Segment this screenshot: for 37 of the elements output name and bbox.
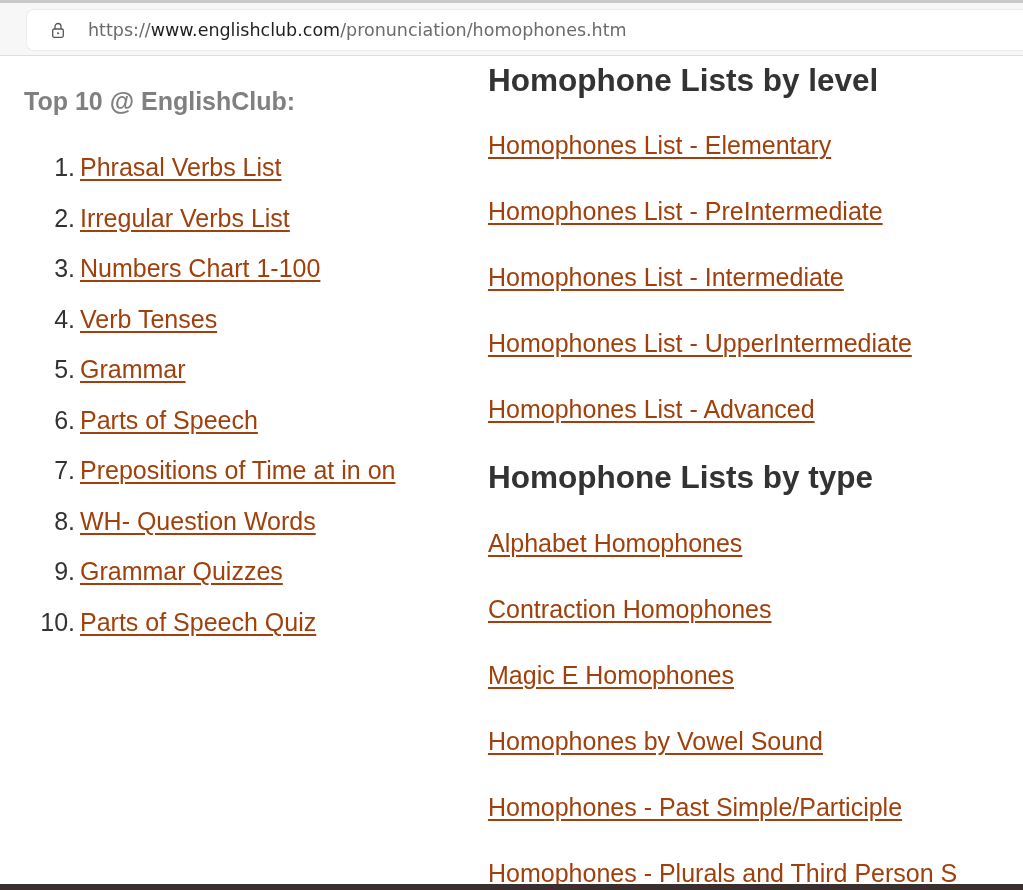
url-text: https://www.englishclub.com/pronunciation/homophones.htm xyxy=(88,20,627,40)
list-number: 9. xyxy=(53,557,75,586)
link[interactable]: Phrasal Verbs List xyxy=(80,153,282,182)
link[interactable]: Prepositions of Time at in on xyxy=(80,456,396,485)
list-number: 4. xyxy=(53,304,75,333)
link[interactable]: Homophones List - PreIntermediate xyxy=(488,198,883,224)
link[interactable]: Parts of Speech Quiz xyxy=(80,607,317,636)
list-number: 10. xyxy=(39,607,75,636)
list-number: 3. xyxy=(53,254,75,283)
list-number: 2. xyxy=(53,203,75,232)
link[interactable]: Homophones by Vowel Sound xyxy=(488,728,823,754)
list-number: 1. xyxy=(53,153,75,182)
sidebar-heading: Top 10 @ EnglishClub: xyxy=(24,88,297,114)
list-number: 7. xyxy=(53,456,75,485)
link[interactable]: Homophones List - Intermediate xyxy=(488,264,844,290)
link[interactable]: Homophones List - UpperIntermediate xyxy=(488,330,912,356)
list-number: 8. xyxy=(53,506,75,535)
list-number: 5. xyxy=(53,355,75,384)
lock-icon xyxy=(52,22,64,38)
link[interactable]: Parts of Speech xyxy=(80,405,258,434)
address-bar[interactable]: https://www.englishclub.com/pronunciation/homophones.htm xyxy=(26,9,1023,51)
link[interactable]: Contraction Homophones xyxy=(488,596,772,622)
link[interactable]: Verb Tenses xyxy=(80,304,218,333)
link[interactable]: Magic E Homophones xyxy=(488,662,734,688)
link[interactable]: Grammar Quizzes xyxy=(80,557,283,586)
link[interactable]: Numbers Chart 1-100 xyxy=(80,254,321,283)
section-heading: Homophone Lists by level xyxy=(488,61,880,99)
link[interactable]: Alphabet Homophones xyxy=(488,530,743,556)
link[interactable]: Homophones List - Elementary xyxy=(488,132,832,158)
link[interactable]: WH- Question Words xyxy=(80,506,316,535)
link[interactable]: Homophones - Past Simple/Participle xyxy=(488,794,903,820)
link[interactable]: Grammar xyxy=(80,355,186,384)
link[interactable]: Homophones List - Advanced xyxy=(488,396,815,422)
link[interactable]: Homophones - Plurals and Third Person S xyxy=(488,860,958,886)
section-heading: Homophone Lists by type xyxy=(488,458,875,496)
link[interactable]: Irregular Verbs List xyxy=(80,203,290,232)
list-number: 6. xyxy=(53,405,75,434)
